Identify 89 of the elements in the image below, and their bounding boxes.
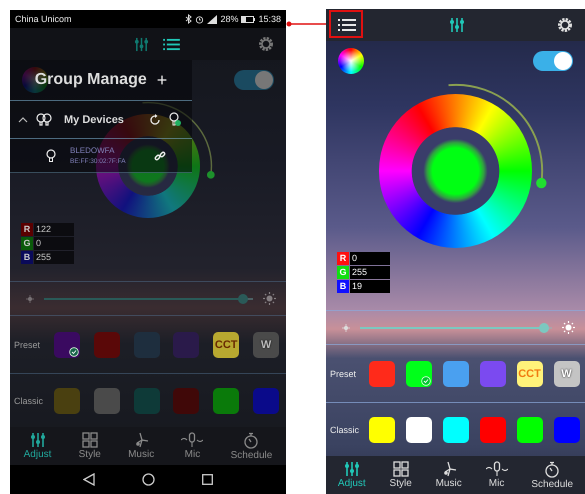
channel-value: 255: [34, 251, 74, 264]
preset-label: Preset: [330, 368, 358, 378]
preset-swatch[interactable]: [173, 332, 200, 358]
menu-icon[interactable]: [163, 38, 180, 50]
nav-tab[interactable]: Mic: [184, 449, 200, 460]
classic-swatch[interactable]: [480, 416, 506, 442]
classic-swatch[interactable]: [442, 416, 468, 442]
recent-apps-icon[interactable]: [202, 474, 213, 485]
chevron-icon[interactable]: [18, 116, 28, 122]
classic-swatch[interactable]: [368, 416, 394, 442]
nav-tab[interactable]: Style: [390, 478, 412, 489]
preset-swatch[interactable]: CCT: [213, 332, 240, 358]
preset-swatch[interactable]: [480, 360, 506, 386]
menu-icon[interactable]: [338, 18, 356, 32]
classic-swatch[interactable]: [253, 388, 280, 414]
nav-tab[interactable]: Music: [128, 449, 154, 460]
sliders-icon[interactable]: [30, 432, 46, 448]
clock-time: 15:38: [258, 14, 281, 24]
classic-swatch[interactable]: [406, 416, 432, 442]
nav-tab[interactable]: Style: [78, 449, 101, 460]
preset-swatch[interactable]: [368, 360, 394, 386]
channel-value: 255: [350, 266, 390, 279]
channel-label: B: [21, 251, 33, 264]
device-name[interactable]: BLEDOWFA: [70, 146, 140, 155]
add-group-button[interactable]: +: [156, 70, 168, 90]
bluetooth-icon: [185, 14, 192, 24]
classic-swatch[interactable]: [54, 388, 80, 414]
link-icon[interactable]: [154, 150, 166, 162]
channel-value: 0: [350, 252, 390, 265]
channel-value: 0: [34, 237, 74, 250]
preset-label: Preset: [14, 340, 42, 350]
channel-label: G: [21, 237, 33, 250]
power-toggle[interactable]: [533, 50, 573, 70]
channel-label: G: [337, 266, 349, 279]
classic-swatch[interactable]: [554, 416, 580, 442]
alarm-icon: [195, 14, 204, 24]
bright-brightness-icon: [263, 292, 276, 305]
nav-tab[interactable]: Mic: [488, 478, 504, 489]
nav-tab[interactable]: Music: [436, 478, 462, 489]
nav-tab[interactable]: Adjust: [338, 478, 366, 489]
classic-label: Classic: [330, 424, 360, 434]
color-palette-icon[interactable]: [338, 48, 364, 74]
power-toggle[interactable]: [234, 70, 274, 90]
preset-swatch[interactable]: [442, 360, 468, 386]
classic-swatch[interactable]: [134, 388, 160, 414]
preset-swatch[interactable]: [94, 332, 120, 358]
grid-icon[interactable]: [82, 432, 98, 448]
sliders-icon[interactable]: [344, 461, 360, 477]
annotation-connector: [286, 21, 326, 27]
preset-swatch[interactable]: [54, 332, 80, 358]
preset-swatch[interactable]: [406, 360, 432, 386]
bulb-check-icon[interactable]: [168, 112, 182, 127]
sliders-icon[interactable]: [134, 36, 149, 52]
preset-swatch[interactable]: [134, 332, 160, 358]
classic-swatch[interactable]: [516, 416, 542, 442]
stopwatch-icon[interactable]: [544, 460, 560, 478]
bright-brightness-icon: [562, 321, 575, 334]
nav-tab[interactable]: Adjust: [24, 449, 52, 460]
group-name[interactable]: My Devices: [64, 114, 142, 126]
bulb-icon: [46, 148, 56, 162]
battery-icon: [241, 16, 256, 22]
dancer-icon[interactable]: [133, 432, 150, 448]
microphone-icon[interactable]: [486, 461, 508, 477]
stopwatch-icon[interactable]: [243, 432, 260, 448]
channel-value: 19: [350, 280, 390, 293]
carrier-name: China Unicom: [15, 14, 72, 24]
home-icon[interactable]: [142, 473, 155, 486]
refresh-icon[interactable]: [149, 114, 161, 126]
bulbs-icon: [35, 112, 53, 126]
channel-value: 122: [34, 223, 74, 236]
battery-percent: 28%: [220, 14, 238, 24]
drawer-title: Group Manage: [34, 71, 147, 89]
back-icon[interactable]: [83, 473, 96, 486]
channel-label: B: [337, 280, 349, 293]
classic-swatch[interactable]: [213, 388, 240, 414]
microphone-icon[interactable]: [181, 432, 204, 448]
nav-tab[interactable]: Schedule: [230, 450, 272, 460]
classic-label: Classic: [14, 396, 44, 406]
channel-label: R: [21, 223, 33, 236]
dim-brightness-icon: [26, 294, 34, 302]
nav-tab[interactable]: Schedule: [531, 478, 574, 490]
grid-icon[interactable]: [392, 461, 409, 477]
channel-label: R: [337, 252, 349, 265]
classic-swatch[interactable]: [173, 388, 200, 414]
sliders-icon[interactable]: [448, 17, 464, 33]
dim-brightness-icon: [342, 324, 350, 332]
preset-swatch[interactable]: W: [253, 332, 280, 358]
classic-swatch[interactable]: [94, 388, 120, 414]
signal-icon: [207, 14, 218, 24]
